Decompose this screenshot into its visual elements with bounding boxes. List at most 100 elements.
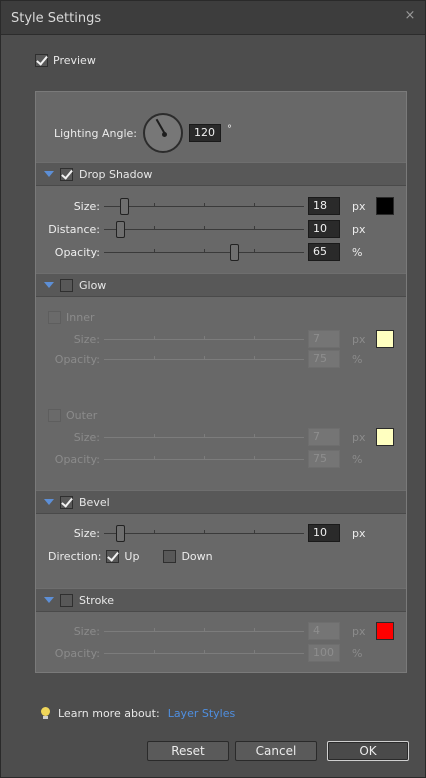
stroke-size-input[interactable]: 4 (308, 622, 340, 640)
chevron-down-icon[interactable] (44, 171, 54, 177)
bevel-down-checkbox[interactable] (163, 549, 177, 563)
glow-outer-opacity-slider[interactable] (104, 456, 304, 460)
slider-tick (254, 336, 255, 339)
dial-center (161, 132, 167, 137)
lighting-angle-dial[interactable] (142, 113, 183, 153)
slider-tick (204, 336, 205, 339)
slider-tick (154, 456, 155, 459)
ok-button[interactable]: OK (327, 741, 409, 761)
close-icon[interactable]: × (403, 9, 417, 23)
bevel-up-checkbox[interactable] (106, 549, 120, 563)
drop-shadow-size-unit: px (352, 200, 366, 213)
stroke-size-unit: px (352, 625, 366, 638)
drop-shadow-label: Drop Shadow (79, 167, 153, 181)
bevel-header[interactable]: Bevel (36, 490, 406, 514)
slider-tick (154, 226, 155, 229)
glow-outer-option[interactable]: Outer (48, 408, 97, 422)
bevel-size-slider[interactable] (104, 525, 304, 542)
glow-inner-size-input[interactable]: 7 (308, 330, 340, 348)
slider-tick (154, 650, 155, 653)
glow-inner-checkbox[interactable] (48, 310, 61, 324)
drop-shadow-size-slider[interactable] (104, 198, 304, 215)
layer-styles-link[interactable]: Layer Styles (168, 707, 236, 720)
slider-thumb[interactable] (116, 525, 125, 542)
drop-shadow-distance-slider[interactable] (104, 221, 304, 238)
slider-tick (154, 434, 155, 437)
bevel-size-row: Size: 10 px (36, 524, 406, 542)
bevel-checkbox[interactable] (60, 495, 73, 509)
drop-shadow-opacity-row: Opacity: 65 % (36, 243, 406, 261)
glow-inner-opacity-slider[interactable] (104, 356, 304, 360)
drop-shadow-distance-input[interactable]: 10 (308, 220, 340, 238)
glow-outer-color-swatch[interactable] (376, 428, 394, 446)
stroke-checkbox[interactable] (60, 593, 73, 607)
slider-thumb[interactable] (120, 198, 129, 215)
glow-outer-size-label: Size: (73, 431, 100, 444)
slider-thumb[interactable] (116, 221, 125, 238)
lighting-angle-input[interactable]: 120 (188, 124, 221, 142)
slider-thumb[interactable] (230, 244, 239, 261)
glow-outer-checkbox[interactable] (48, 408, 61, 422)
slider-tick (254, 650, 255, 653)
chevron-down-icon[interactable] (44, 597, 54, 603)
stroke-color-swatch[interactable] (376, 622, 394, 640)
chevron-down-icon[interactable] (44, 282, 54, 288)
slider-tick (154, 336, 155, 339)
bevel-size-label: Size: (73, 527, 100, 540)
drop-shadow-checkbox[interactable] (60, 167, 73, 181)
glow-inner-option[interactable]: Inner (48, 310, 94, 324)
slider-tick (204, 530, 205, 533)
glow-outer-label: Outer (66, 408, 98, 422)
slider-tick (154, 530, 155, 533)
title-bar[interactable]: Style Settings × (1, 1, 425, 35)
stroke-header[interactable]: Stroke (36, 588, 406, 612)
bevel-direction-label: Direction: (48, 549, 102, 563)
slider-tick (254, 203, 255, 206)
drop-shadow-size-input[interactable]: 18 (308, 197, 340, 215)
lighting-angle-label: Lighting Angle: (54, 126, 137, 140)
glow-outer-size-unit: px (352, 431, 366, 444)
reset-button[interactable]: Reset (147, 741, 229, 761)
glow-inner-opacity-input[interactable]: 75 (308, 350, 340, 368)
preview-option[interactable]: Preview (35, 53, 96, 67)
slider-tick (254, 434, 255, 437)
lighting-angle-row: Lighting Angle: 120 ° (54, 112, 232, 154)
preview-checkbox[interactable] (35, 53, 48, 67)
bevel-size-unit: px (352, 527, 366, 540)
slider-tick (204, 203, 205, 206)
lightbulb-icon (41, 707, 50, 720)
drop-shadow-header[interactable]: Drop Shadow (36, 162, 406, 186)
glow-outer-size-input[interactable]: 7 (308, 428, 340, 446)
slider-tick (154, 249, 155, 252)
glow-inner-size-slider[interactable] (104, 336, 304, 340)
stroke-size-slider[interactable] (104, 628, 304, 632)
glow-outer-opacity-row: Opacity: 75 % (36, 450, 406, 468)
drop-shadow-opacity-label: Opacity: (54, 246, 100, 259)
glow-inner-opacity-unit: % (352, 353, 363, 366)
stroke-opacity-slider[interactable] (104, 650, 304, 654)
glow-outer-opacity-input[interactable]: 75 (308, 450, 340, 468)
slider-tick (204, 650, 205, 653)
slider-tick (254, 530, 255, 533)
drop-shadow-size-row: Size: 18 px (36, 197, 406, 215)
dialog-title: Style Settings (11, 11, 102, 26)
drop-shadow-distance-row: Distance: 10 px (36, 220, 406, 238)
glow-inner-color-swatch[interactable] (376, 330, 394, 348)
glow-outer-size-row: Size: 7 px (36, 428, 406, 446)
slider-tick (254, 456, 255, 459)
glow-inner-size-unit: px (352, 333, 366, 346)
drop-shadow-distance-label: Distance: (48, 223, 100, 236)
glow-checkbox[interactable] (60, 278, 73, 292)
glow-header[interactable]: Glow (36, 273, 406, 297)
slider-tick (154, 628, 155, 631)
drop-shadow-color-swatch[interactable] (376, 197, 394, 215)
bevel-down-label: Down (181, 549, 213, 563)
cancel-button[interactable]: Cancel (235, 741, 317, 761)
slider-tick (254, 356, 255, 359)
glow-outer-size-slider[interactable] (104, 434, 304, 438)
drop-shadow-opacity-input[interactable]: 65 (308, 243, 340, 261)
chevron-down-icon[interactable] (44, 499, 54, 505)
stroke-opacity-input[interactable]: 100 (308, 644, 340, 662)
drop-shadow-opacity-slider[interactable] (104, 244, 304, 261)
bevel-size-input[interactable]: 10 (308, 524, 340, 542)
